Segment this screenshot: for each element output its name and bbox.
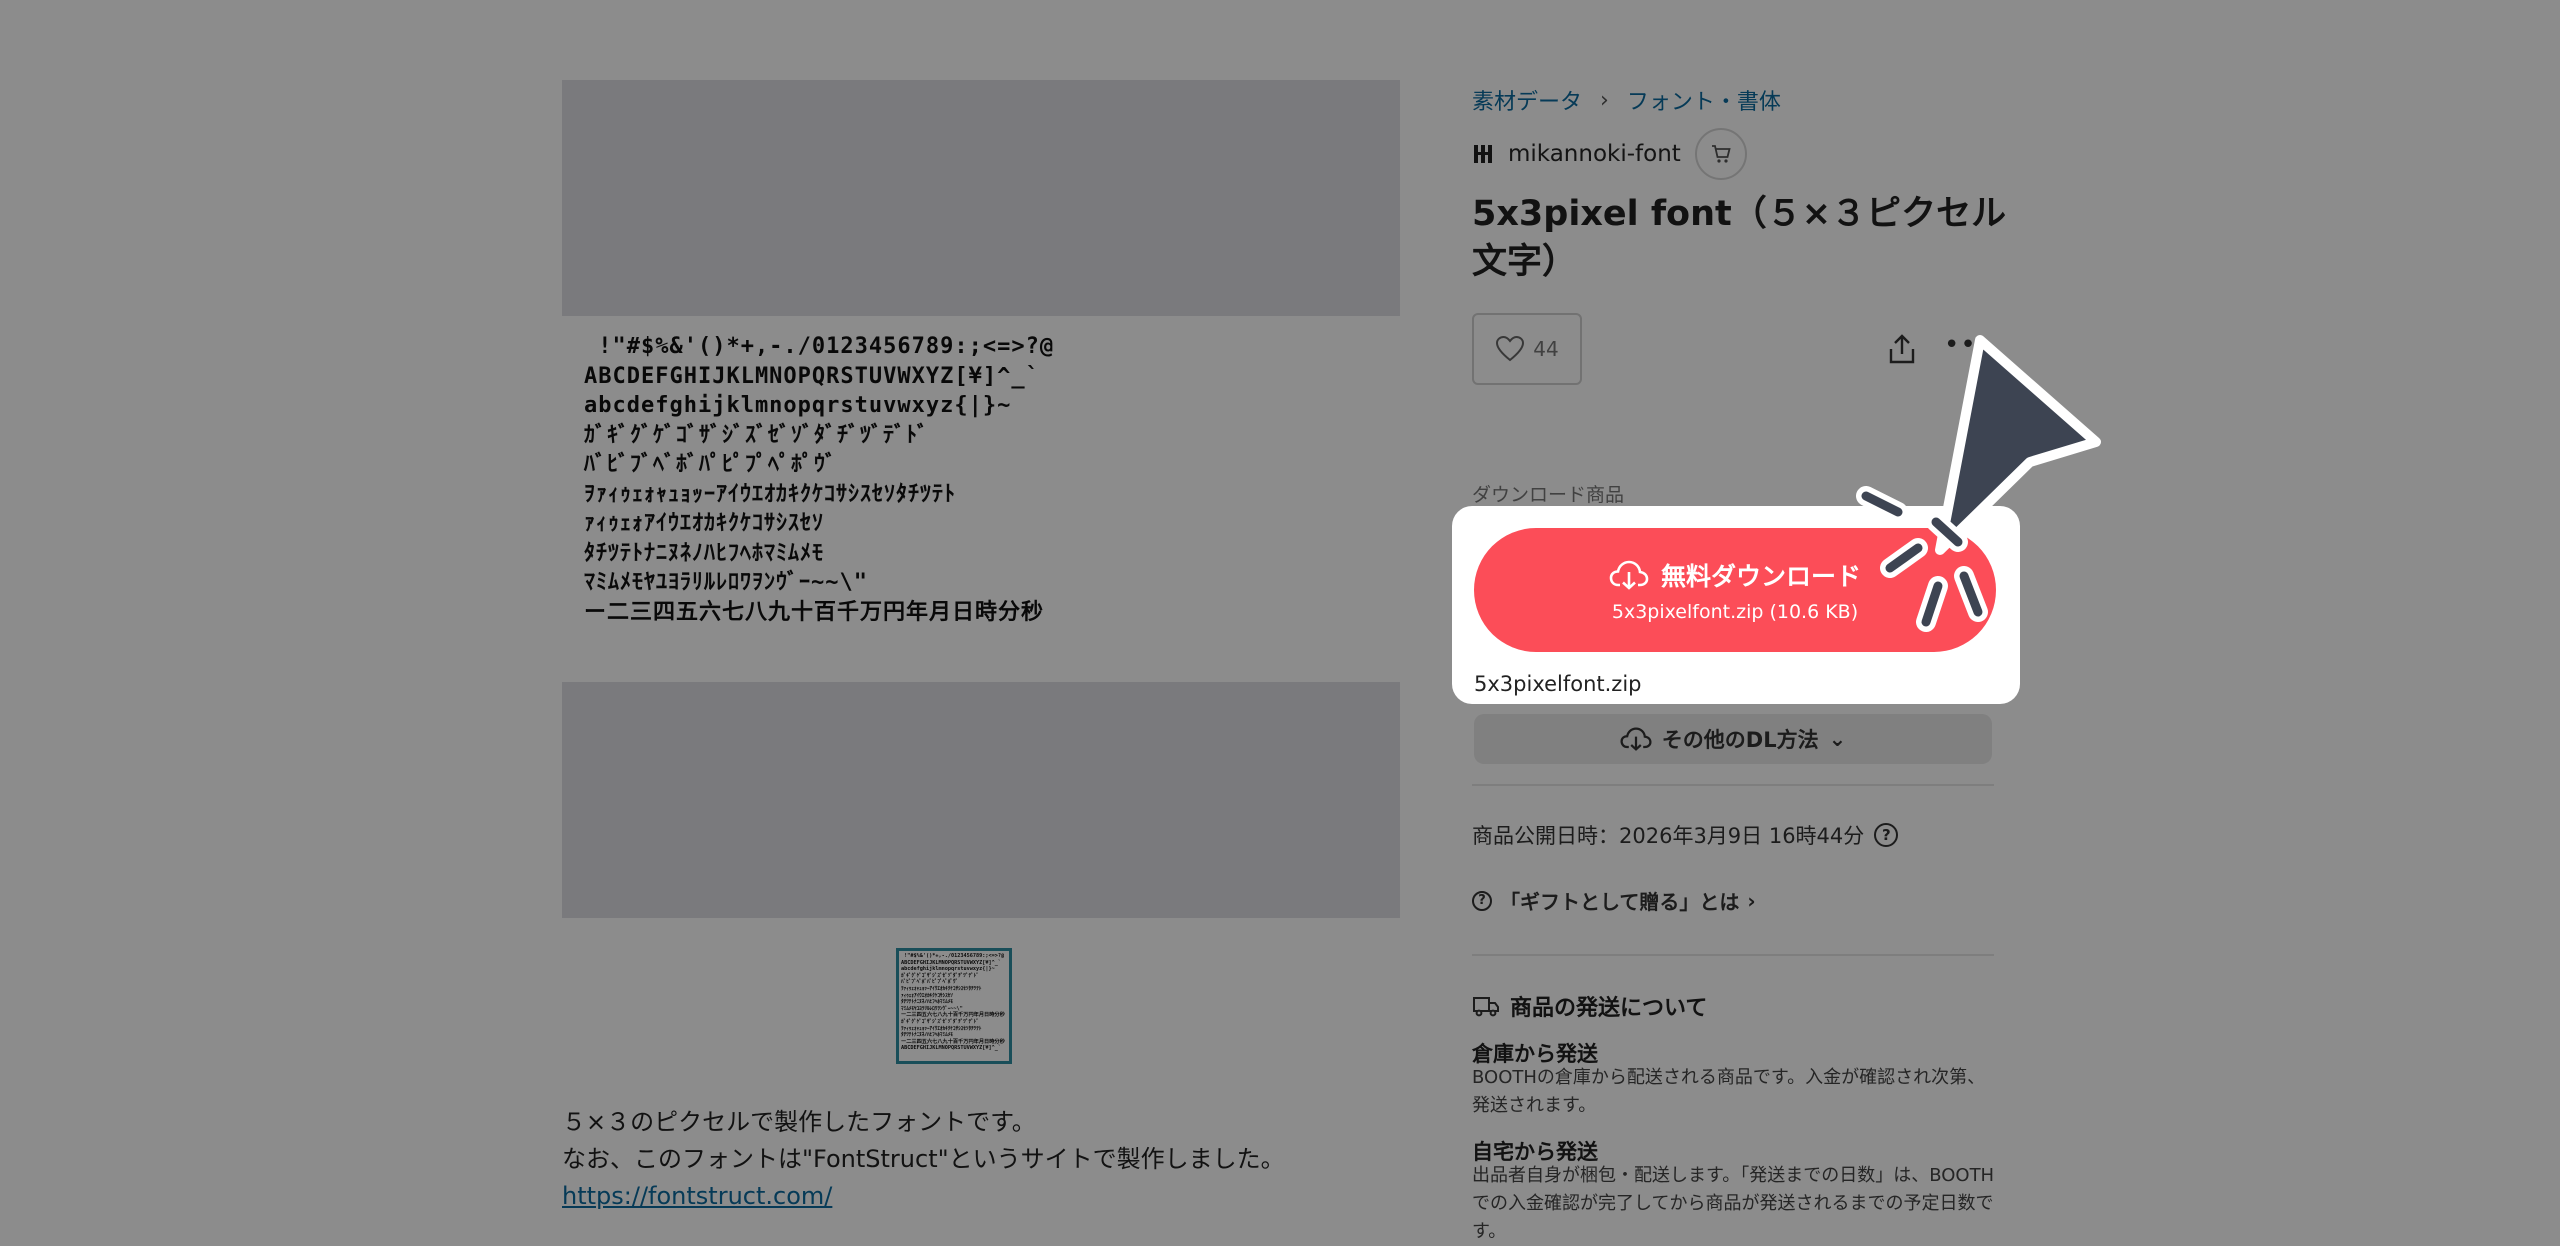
shipping-title-text: 商品の発送について <box>1510 996 1708 1021</box>
home-shipping-text: 出品者自身が梱包・配送します。「発送までの日数」は、BOOTHでの入金確認が完了… <box>1472 1165 1995 1242</box>
warehouse-shipping-text: BOOTHの倉庫から配送される商品です。入金が確認され次第、発送されます。 <box>1472 1067 1986 1116</box>
shipping-section-title: 商品の発送について <box>1472 990 1707 1022</box>
download-section-label: ダウンロード商品 <box>1472 484 1625 506</box>
glyph-line: ﾏﾐﾑﾒﾓﾔﾕﾖﾗﾘﾙﾚﾛﾜｦﾝｳﾞｰ~~\" <box>584 570 868 595</box>
other-download-label: その他のDL方法 <box>1661 728 1819 752</box>
chevron-right-icon: › <box>1747 888 1756 913</box>
help-icon[interactable]: ? <box>1874 823 1899 847</box>
heart-icon <box>1496 335 1525 362</box>
breadcrumb: 素材データ › フォント・書体 <box>1472 84 1781 116</box>
glyph-line: ﾊﾞﾋﾞﾌﾞﾍﾞﾎﾞﾊﾟﾋﾟﾌﾟﾍﾟﾎﾟｳﾞ <box>584 452 838 477</box>
glyph-line: ｦｧｨｩｪｫｬｭｮｯｰｱｲｳｴｵｶｷｸｹｺｻｼｽｾｿﾀﾁﾂﾃﾄ <box>584 481 957 507</box>
preview-thumbnail[interactable]: !"#$%&'()*+,-./0123456789:;<=>?@ ABCDEFGH… <box>896 948 1012 1064</box>
shop-name[interactable]: mikannoki-font <box>1508 141 1681 167</box>
thumbnail-glyphs: !"#$%&'()*+,-./0123456789:;<=>?@ ABCDEFGH… <box>901 953 1009 1052</box>
help-icon: ? <box>1472 890 1492 911</box>
description-line: ５×３のピクセルで製作したフォントです。 <box>562 1108 1036 1136</box>
like-count: 44 <box>1533 337 1559 361</box>
preview-band-top <box>562 80 1400 316</box>
thumb-line: ﾀﾁﾂﾃﾄﾅﾆﾇﾈﾉﾊﾋﾌﾍﾎﾏﾐﾑﾒﾓ <box>901 999 953 1006</box>
product-preview-image[interactable]: !"#$%&'()*+,-./0123456789:;<=>?@ ABCDEFGH… <box>562 80 1400 918</box>
chevron-down-icon: ⌄ <box>1828 727 1847 751</box>
chevron-right-icon: › <box>1600 87 1609 113</box>
gift-info-text: 「ギフトとして贈る」とは <box>1500 890 1740 914</box>
thumb-line: ー二三四五六七八九十百千万円年月日時分秒 <box>901 1038 1005 1045</box>
glyph-line: ー二三四五六七八九十百千万円年月日時分秒 <box>584 599 1045 625</box>
glyph-line: ｧｨｩｪｫｱｲｳｴｵｶｷｸｹｺｻｼｽｾｿ <box>584 511 825 536</box>
glyph-line: abcdefghijklmnopqrstuvwxyz{|}~ <box>584 393 1012 418</box>
publish-date-text: 商品公開日時：2026年3月9日 16時44分 <box>1472 824 1865 848</box>
product-description: ５×３のピクセルで製作したフォントです。 なお、このフォントは"FontStru… <box>562 1104 1285 1215</box>
fontstruct-link[interactable]: https://fontstruct.com/ <box>562 1182 832 1210</box>
shop-logo-icon <box>1472 143 1494 165</box>
glyph-sample: !"#$%&'()*+,-./0123456789:;<=>?@ ABCDEFGH… <box>584 332 1384 627</box>
divider <box>1472 954 1994 956</box>
truck-icon <box>1473 997 1499 1017</box>
click-cursor-icon <box>1840 316 2140 660</box>
like-button[interactable]: 44 <box>1472 313 1582 385</box>
other-download-methods-button[interactable]: その他のDL方法 ⌄ <box>1474 714 1992 764</box>
cloud-download-icon <box>1620 727 1652 751</box>
glyph-line: ﾀﾁﾂﾃﾄﾅﾆﾇﾈﾉﾊﾋﾌﾍﾎﾏﾐﾑﾒﾓ <box>584 540 825 566</box>
thumb-line: ｶﾞｷﾞｸﾞｹﾞｺﾞｻﾞｼﾞｽﾞｾﾞｿﾞﾀﾞﾁﾞﾂﾞﾃﾞﾄﾞ <box>901 1018 979 1025</box>
shop-info[interactable]: mikannoki-font <box>1472 128 1747 180</box>
thumb-line: !"#$%&'()*+,-./0123456789:;<=>?@ <box>901 953 1005 959</box>
glyph-line: ｶﾞｷﾞｸﾞｹﾞｺﾞｻﾞｼﾞｽﾞｾﾞｿﾞﾀﾞﾁﾞﾂﾞﾃﾞﾄﾞ <box>584 422 930 448</box>
thumb-line: ｦｧｨｩｪｫｬｭｮｯｰｱｲｳｴｵｶｷｸｹｺｻｼｽｾｿﾀﾁﾂﾃﾄ <box>901 985 982 992</box>
preview-band-bottom <box>562 682 1400 918</box>
glyph-line: ABCDEFGHIJKLMNOPQRSTUVWXYZ[¥]^_` <box>584 363 1040 389</box>
thumb-line: ﾊﾞﾋﾞﾌﾞﾍﾞﾎﾞﾊﾟﾋﾟﾌﾟﾍﾟﾎﾟｳﾞ <box>901 979 959 986</box>
product-title: 5x3pixel font（５×３ピクセル文字） <box>1472 194 2007 282</box>
thumb-line: ABCDEFGHIJKLMNOPQRSTUVWXYZ[¥]^_` <box>901 1045 1001 1052</box>
thumb-line: ﾀﾁﾂﾃﾄﾅﾆﾇﾈﾉﾊﾋﾌﾍﾎﾏﾐﾑﾒﾓ <box>901 1032 953 1039</box>
gift-info-link[interactable]: ? 「ギフトとして贈る」とは › <box>1472 886 1756 915</box>
glyph-line: !"#$%&'()*+,-./0123456789:;<=>?@ <box>584 334 1055 359</box>
cart-icon <box>1711 145 1731 163</box>
cart-button[interactable] <box>1694 128 1747 180</box>
publish-date: 商品公開日時：2026年3月9日 16時44分 ? <box>1472 820 1899 850</box>
divider <box>1472 784 1994 786</box>
breadcrumb-item-materials[interactable]: 素材データ <box>1472 84 1582 116</box>
thumb-line: ー二三四五六七八九十百千万円年月日時分秒 <box>901 1012 1005 1019</box>
breadcrumb-item-fonts[interactable]: フォント・書体 <box>1627 84 1781 116</box>
description-line: なお、このフォントは"FontStruct"というサイトで製作しました。 <box>562 1145 1285 1173</box>
thumb-line: abcdefghijklmnopqrstuvwxyz{|}~ <box>901 966 995 973</box>
